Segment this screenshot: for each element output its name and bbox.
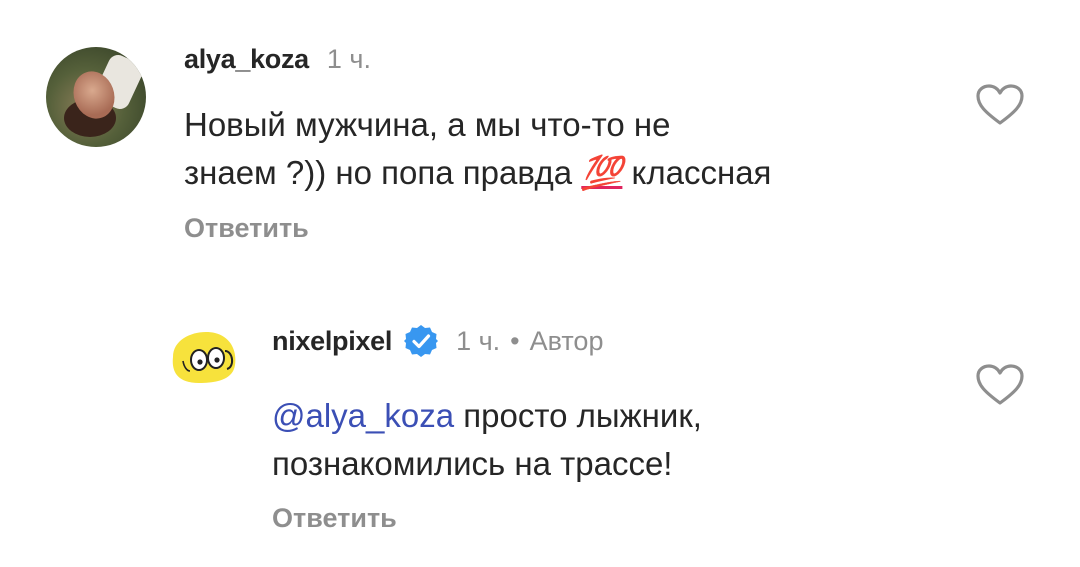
comment-text: Новый мужчина, а мы что-то не знаем ?)) н… <box>184 106 772 191</box>
separator-dot: • <box>510 325 520 356</box>
comment-item: nixelpixel 1 ч. • Автор @alya_koza прост… <box>0 290 1080 567</box>
timestamp: 1 ч. <box>326 44 371 74</box>
reply-button[interactable]: Ответить <box>272 503 397 534</box>
comment-item: alya_koza 1 ч. Новый мужчина, а мы что-т… <box>0 0 1080 290</box>
author-label: Автор <box>529 325 604 356</box>
heart-icon[interactable] <box>975 84 1025 126</box>
mention-link[interactable]: @alya_koza <box>272 397 454 434</box>
avatar[interactable] <box>163 327 239 385</box>
avatar[interactable] <box>46 47 146 147</box>
comment-text: @alya_koza просто лыжник, познакомились н… <box>272 397 702 482</box>
comment-meta: alya_koza 1 ч. <box>184 44 371 75</box>
comment-meta: nixelpixel 1 ч. • Автор <box>272 324 603 358</box>
timestamp: 1 ч. <box>456 325 501 356</box>
username[interactable]: nixelpixel <box>272 326 392 357</box>
heart-icon[interactable] <box>975 364 1025 406</box>
verified-badge-icon <box>404 325 439 357</box>
reply-button[interactable]: Ответить <box>184 213 309 244</box>
username[interactable]: alya_koza <box>184 44 309 75</box>
hundred-points-emoji: 💯 <box>581 154 623 191</box>
